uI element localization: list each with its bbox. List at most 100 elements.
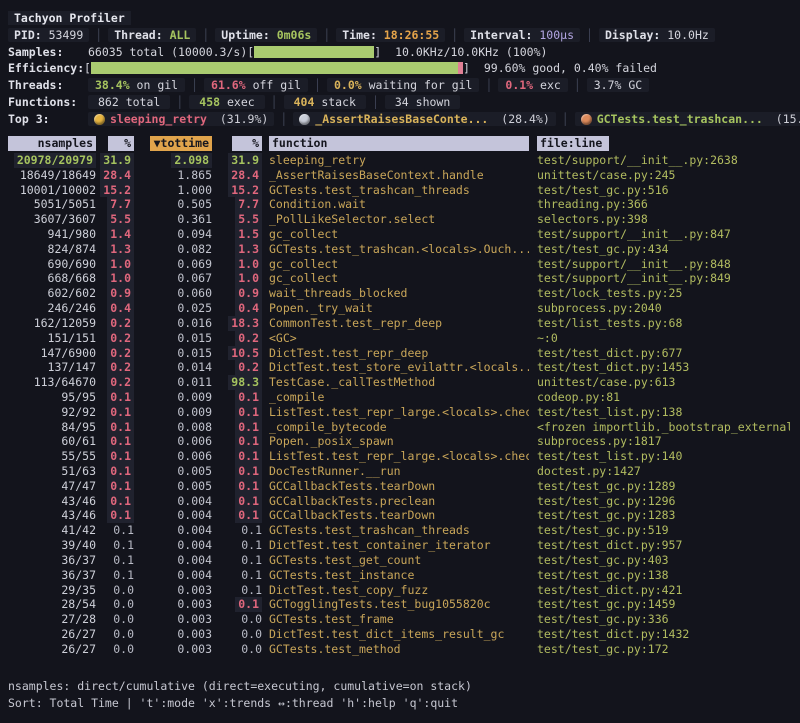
cell-pct-cumulative: 0.1 xyxy=(235,405,262,420)
table-row[interactable]: 602/6020.90.0600.9wait_threads_blockedte… xyxy=(8,286,792,301)
table-row[interactable]: 36/370.10.0040.1GCTests.test_instancetes… xyxy=(8,568,792,583)
column-header-nsamples[interactable]: nsamples xyxy=(8,136,96,153)
cell-nsamples: 26/27 xyxy=(61,627,96,641)
cell-function: GCTests.test_trashcan_threads xyxy=(269,183,470,197)
cell-tottime: 0.004 xyxy=(177,538,212,552)
cell-tottime: 0.011 xyxy=(177,375,212,389)
stat-chip: 458 exec xyxy=(189,95,264,109)
table-row[interactable]: 51/630.10.0050.1DocTestRunner.__rundocte… xyxy=(8,464,792,479)
bar-open-bracket: [ xyxy=(84,61,91,75)
threads-stats: 38.4% on gil│61.6% off gil│0.0% waiting … xyxy=(88,78,649,92)
table-row[interactable]: 941/9801.40.0941.5gc_collecttest/support… xyxy=(8,227,792,242)
cell-nsamples: 51/63 xyxy=(61,464,96,478)
table-row[interactable]: 668/6681.00.0671.0gc_collecttest/support… xyxy=(8,271,792,286)
cell-function: gc_collect xyxy=(269,227,338,241)
cell-pct-direct: 31.9 xyxy=(100,153,134,168)
cell-tottime: 1.000 xyxy=(177,183,212,197)
cell-file-line: unittest/case.py:613 xyxy=(537,375,675,389)
cell-tottime: 0.003 xyxy=(177,642,212,656)
cell-tottime: 0.004 xyxy=(177,553,212,567)
table-row[interactable]: 39/400.10.0040.1DictTest.test_container_… xyxy=(8,538,792,553)
table-row[interactable]: 690/6901.00.0691.0gc_collecttest/support… xyxy=(8,257,792,272)
table-row[interactable]: 246/2460.40.0250.4Popen._try_waitsubproc… xyxy=(8,301,792,316)
cell-function: sleeping_retry xyxy=(269,153,366,167)
table-row[interactable]: 92/920.10.0090.1ListTest.test_repr_large… xyxy=(8,405,792,420)
table-row[interactable]: 137/1470.20.0140.2DictTest.test_store_ev… xyxy=(8,360,792,375)
cell-file-line: test/test_gc.py:403 xyxy=(537,553,669,567)
cell-function: GCTests.test_instance xyxy=(269,568,414,582)
table-row[interactable]: 26/270.00.0030.0GCTests.test_methodtest/… xyxy=(8,642,792,657)
column-header-function[interactable]: function xyxy=(262,136,529,153)
efficiency-bar xyxy=(91,62,463,74)
table-row[interactable]: 60/610.10.0060.1Popen._posix_spawnsubpro… xyxy=(8,434,792,449)
table-row[interactable]: 151/1510.20.0150.2<GC>~:0 xyxy=(8,331,792,346)
cell-pct-cumulative: 0.1 xyxy=(241,553,262,567)
cell-pct-cumulative: 0.1 xyxy=(235,420,262,435)
cell-file-line: test/test_gc.py:1296 xyxy=(537,494,675,508)
cell-file-line: subprocess.py:2040 xyxy=(537,301,662,315)
table-row[interactable]: 20978/2097931.92.09831.9sleeping_retryte… xyxy=(8,153,792,168)
table-row[interactable]: 147/69000.20.01510.5DictTest.test_repr_d… xyxy=(8,346,792,361)
cell-pct-direct: 1.3 xyxy=(107,242,134,257)
cell-pct-cumulative: 0.0 xyxy=(241,642,262,656)
threads-label: Threads: xyxy=(8,78,88,92)
cell-function: GCCallbackTests.preclean xyxy=(269,494,435,508)
table-row[interactable]: 162/120590.20.01618.3CommonTest.test_rep… xyxy=(8,316,792,331)
table-row[interactable]: 84/950.10.0080.1_compile_bytecode<frozen… xyxy=(8,420,792,435)
table-row[interactable]: 10001/1000215.21.00015.2GCTests.test_tra… xyxy=(8,183,792,198)
cell-nsamples: 26/27 xyxy=(61,642,96,656)
efficiency-line: Efficiency: [] 99.60% good, 0.40% failed xyxy=(8,60,792,77)
cell-nsamples: 20978/20979 xyxy=(14,153,96,168)
cell-function: DictTest.test_repr_deep xyxy=(269,346,428,360)
cell-tottime: 0.505 xyxy=(177,197,212,211)
cell-nsamples: 5051/5051 xyxy=(34,197,96,211)
table-row[interactable]: 27/280.00.0030.0GCTests.test_frametest/t… xyxy=(8,612,792,627)
cell-pct-direct: 15.2 xyxy=(100,183,134,198)
cell-pct-direct: 5.5 xyxy=(107,212,134,227)
cell-nsamples: 162/12059 xyxy=(34,316,96,330)
cell-pct-cumulative: 98.3 xyxy=(228,375,262,390)
table-row[interactable]: 28/540.00.0030.1GCTogglingTests.test_bug… xyxy=(8,597,792,612)
column-header-pct-cumulative[interactable]: % xyxy=(212,136,262,153)
stat-value: 38.4% xyxy=(95,78,130,92)
table-row[interactable]: 36/370.10.0040.1GCTests.test_get_countte… xyxy=(8,553,792,568)
cell-function: ListTest.test_repr_large.<locals>.check xyxy=(269,405,529,419)
info-segment-label: Display: xyxy=(605,28,667,42)
table-row[interactable]: 95/950.10.0090.1_compilecodeop.py:81 xyxy=(8,390,792,405)
table-row[interactable]: 26/270.00.0030.0DictTest.test_dict_items… xyxy=(8,627,792,642)
table-row[interactable]: 3607/36075.50.3615.5_PollLikeSelector.se… xyxy=(8,212,792,227)
bronze-medal-icon xyxy=(581,114,592,125)
table-row[interactable]: 824/8741.30.0821.3GCTests.test_trashcan.… xyxy=(8,242,792,257)
cell-pct-direct: 0.2 xyxy=(107,346,134,361)
table-header: nsamples % ▼tottime % function file:line xyxy=(8,136,792,153)
cell-function: GCTogglingTests.test_bug1055820c xyxy=(269,597,491,611)
table-row[interactable]: 113/646700.20.01198.3TestCase._callTestM… xyxy=(8,375,792,390)
column-header-tottime-sorted[interactable]: ▼tottime xyxy=(134,136,212,153)
stat-chip: 0.1% exc xyxy=(498,78,567,92)
cell-nsamples: 824/874 xyxy=(48,242,96,256)
stat-desc: shown xyxy=(409,95,451,109)
table-row[interactable]: 5051/50517.70.5057.7Condition.waitthread… xyxy=(8,197,792,212)
table-row[interactable]: 43/460.10.0040.1GCCallbackTests.tearDown… xyxy=(8,508,792,523)
column-header-pct-direct[interactable]: % xyxy=(96,136,134,153)
table-row[interactable]: 43/460.10.0040.1GCCallbackTests.preclean… xyxy=(8,494,792,509)
cell-tottime: 0.003 xyxy=(177,583,212,597)
cell-tottime: 0.067 xyxy=(177,271,212,285)
table-row[interactable]: 18649/1864928.41.86528.4_AssertRaisesBas… xyxy=(8,168,792,183)
cell-function: GCCallbackTests.tearDown xyxy=(269,479,435,493)
cell-tottime: 0.003 xyxy=(177,597,212,611)
table-row[interactable]: 29/350.00.0030.1DictTest.test_copy_fuzzt… xyxy=(8,583,792,598)
table-row[interactable]: 41/420.10.0040.1GCTests.test_trashcan_th… xyxy=(8,523,792,538)
stat-value: 0.1% xyxy=(505,78,533,92)
cell-nsamples: 41/42 xyxy=(61,523,96,537)
cell-file-line: subprocess.py:1817 xyxy=(537,434,662,448)
column-header-file-line[interactable]: file:line xyxy=(529,136,790,153)
stat-chip: 0.0% waiting for gil xyxy=(327,78,479,92)
table-row[interactable]: 55/550.10.0060.1ListTest.test_repr_large… xyxy=(8,449,792,464)
cell-function: <GC> xyxy=(269,331,297,345)
cell-pct-cumulative: 0.1 xyxy=(235,464,262,479)
table-row[interactable]: 47/470.10.0050.1GCCallbackTests.tearDown… xyxy=(8,479,792,494)
cell-nsamples: 113/64670 xyxy=(34,375,96,389)
efficiency-label: Efficiency: xyxy=(8,61,84,75)
top3-percent: (15.2%) xyxy=(769,112,800,126)
